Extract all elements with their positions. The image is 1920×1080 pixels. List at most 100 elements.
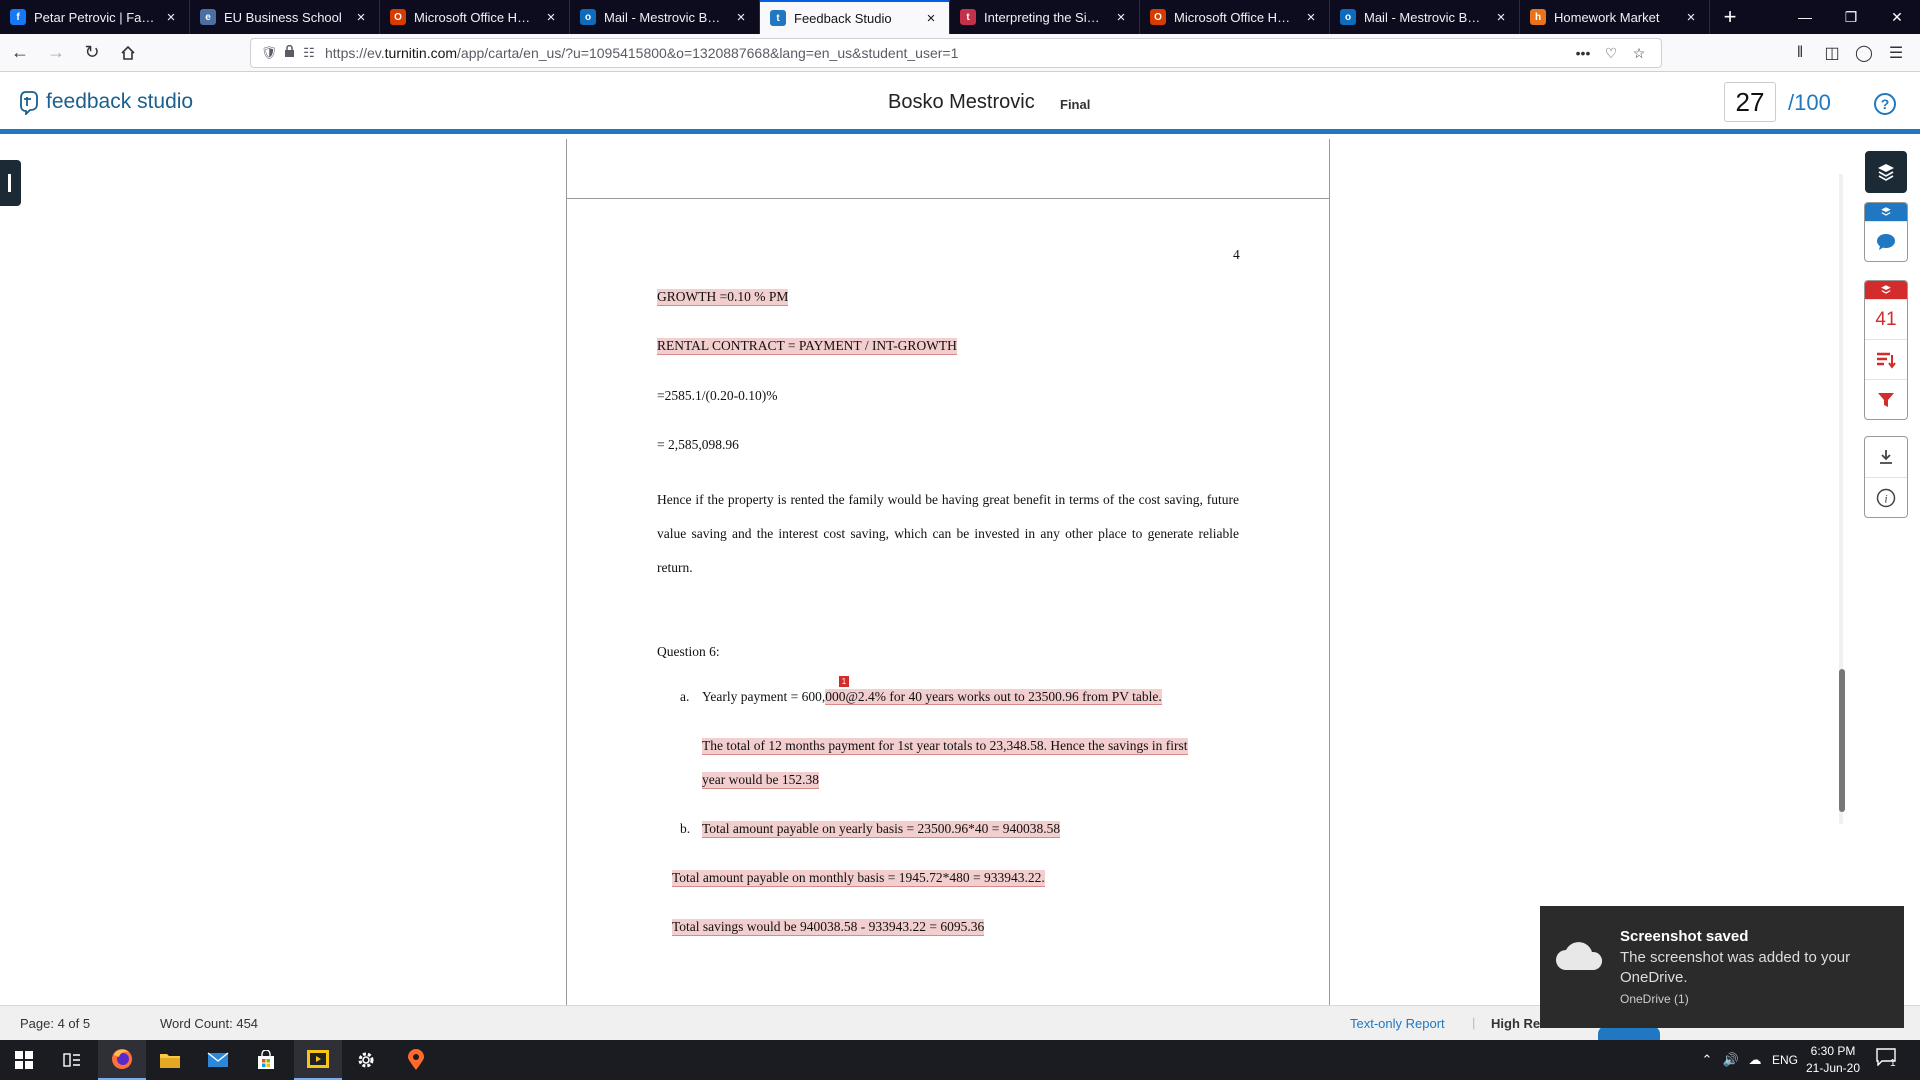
taskbar-maps-app[interactable]	[392, 1040, 440, 1080]
match-rental-line[interactable]: RENTAL CONTRACT = PAYMENT / INT-GROWTH	[657, 338, 957, 355]
account-icon[interactable]: ◯	[1848, 38, 1880, 68]
comment-bubble-icon	[1877, 233, 1895, 250]
media-player-icon	[307, 1050, 329, 1068]
tracking-shield-icon[interactable]: 🛡	[259, 45, 279, 61]
sidebar-toggle-icon[interactable]: ◫	[1816, 38, 1848, 68]
side-drawer-handle[interactable]	[0, 160, 21, 206]
restore-button[interactable]: ❐	[1828, 0, 1874, 34]
filter-button[interactable]	[1865, 379, 1907, 419]
match-total-line-2[interactable]: year would be 152.38	[702, 772, 819, 789]
similarity-score-button[interactable]: 41	[1865, 299, 1907, 339]
close-tab-icon[interactable]: ×	[733, 9, 749, 26]
url-text[interactable]: https://ev.turnitin.com/app/carta/en_us/…	[325, 45, 1569, 61]
turnitin-icon: t	[770, 10, 786, 26]
eu-business-school-icon: e	[200, 9, 216, 25]
match-marker[interactable]: 1	[839, 676, 849, 687]
grade-input[interactable]: 27	[1724, 82, 1776, 122]
taskbar-mail[interactable]	[194, 1040, 242, 1080]
word-count: Word Count: 454	[160, 1016, 259, 1031]
browser-tab[interactable]: t Interpreting the Similarity Report ×	[950, 0, 1140, 34]
taskbar-firefox[interactable]	[98, 1040, 146, 1080]
feedback-studio-logo[interactable]: feedback studio	[18, 89, 193, 115]
question-heading: Question 6:	[657, 644, 720, 659]
clock-date: 21-Jun-20	[1805, 1061, 1861, 1075]
close-tab-icon[interactable]: ×	[923, 10, 939, 27]
facebook-icon: f	[10, 9, 26, 25]
student-name: Bosko Mestrovic	[888, 91, 1035, 113]
tab-title: Petar Petrovic | Facebook	[34, 9, 157, 25]
taskbar-clock[interactable]: 6:30 PM 21-Jun-20	[1798, 1043, 1868, 1077]
high-resolution-toggle[interactable]	[1598, 1026, 1660, 1040]
document-viewer: 4 GROWTH =0.10 % PM RENTAL CONTRACT = PA…	[0, 139, 1920, 1005]
tab-title: EU Business School	[224, 9, 342, 25]
minimize-button[interactable]: —	[1782, 0, 1828, 34]
lock-icon[interactable]	[279, 44, 299, 61]
library-icon[interactable]: ‖	[1784, 38, 1816, 68]
download-button[interactable]	[1865, 437, 1907, 477]
layers-button[interactable]	[1865, 151, 1907, 193]
close-tab-icon[interactable]: ×	[1493, 9, 1509, 26]
match-growth-line[interactable]: GROWTH =0.10 % PM	[657, 289, 789, 306]
close-tab-icon[interactable]: ×	[353, 9, 369, 26]
show-hidden-icons-chevron-icon[interactable]: ⌃	[1695, 1052, 1719, 1068]
volume-icon[interactable]: 🔊	[1719, 1052, 1743, 1068]
clock-time: 6:30 PM	[1810, 1044, 1856, 1058]
permissions-icon[interactable]: ☷	[299, 45, 319, 61]
taskbar-media-app[interactable]	[294, 1040, 342, 1080]
browser-tab[interactable]: o Mail - Mestrovic Bosko - Outlook ×	[1330, 0, 1520, 34]
page-actions-icon[interactable]: •••	[1569, 45, 1597, 61]
scrollbar-thumb[interactable]	[1839, 669, 1845, 812]
back-button[interactable]: ←	[4, 37, 36, 69]
close-tab-icon[interactable]: ×	[543, 9, 559, 26]
browser-tab[interactable]: e EU Business School ×	[190, 0, 380, 34]
browser-tab[interactable]: o Mail - Mestrovic Bosko - Outlook ×	[570, 0, 760, 34]
taskbar-store[interactable]	[242, 1040, 290, 1080]
action-center-button[interactable]: 1	[1876, 1048, 1900, 1072]
task-view-button[interactable]	[48, 1040, 96, 1080]
home-button[interactable]	[112, 37, 144, 69]
onedrive-tray-icon[interactable]: ☁	[1743, 1052, 1767, 1068]
close-window-button[interactable]: ✕	[1874, 0, 1920, 34]
forward-button[interactable]: →	[40, 37, 72, 69]
new-tab-button[interactable]: +	[1710, 0, 1750, 34]
match-overview-button[interactable]	[1865, 339, 1907, 379]
close-tab-icon[interactable]: ×	[1683, 9, 1699, 26]
start-button[interactable]	[0, 1040, 48, 1080]
browser-tab[interactable]: O Microsoft Office Home ×	[1140, 0, 1330, 34]
match-list-icon	[1877, 352, 1896, 369]
gear-icon	[358, 1052, 374, 1068]
browser-tab[interactable]: h Homework Market ×	[1520, 0, 1710, 34]
taskbar-settings[interactable]	[342, 1040, 390, 1080]
system-tray: ⌃ 🔊 ☁ ENG	[1695, 1040, 1803, 1080]
match-item-b[interactable]: Total amount payable on yearly basis = 2…	[702, 821, 1061, 838]
tab-title: Microsoft Office Home	[1174, 9, 1297, 25]
match-monthly-line[interactable]: Total amount payable on monthly basis = …	[672, 870, 1045, 887]
browser-tab[interactable]: f Petar Petrovic | Facebook ×	[0, 0, 190, 34]
menu-icon[interactable]: ☰	[1880, 38, 1912, 68]
reload-button[interactable]: ↻	[76, 37, 108, 69]
grading-layer-group	[1864, 202, 1908, 262]
taskbar-file-explorer[interactable]	[146, 1040, 194, 1080]
match-total-line-1[interactable]: The total of 12 months payment for 1st y…	[702, 738, 1188, 755]
pocket-icon[interactable]: ♡	[1597, 45, 1625, 62]
download-icon	[1880, 450, 1892, 464]
close-tab-icon[interactable]: ×	[163, 9, 179, 26]
match-item-a[interactable]: 000@2.4% for 40 years works out to 23500…	[825, 689, 1162, 705]
layers-icon	[1881, 285, 1891, 294]
comments-button[interactable]	[1865, 221, 1907, 261]
submission-info-button[interactable]: i	[1865, 477, 1907, 517]
office-icon: O	[390, 9, 406, 25]
outlook-icon: o	[580, 9, 596, 25]
result-line: = 2,585,098.96	[657, 437, 739, 452]
close-tab-icon[interactable]: ×	[1303, 9, 1319, 26]
help-icon[interactable]: ?	[1874, 93, 1896, 115]
bookmark-star-icon[interactable]: ☆	[1625, 45, 1653, 62]
match-savings-line[interactable]: Total savings would be 940038.58 - 93394…	[672, 919, 985, 936]
text-only-report-link[interactable]: Text-only Report	[1350, 1016, 1445, 1031]
conclusion-paragraph: Hence if the property is rented the fami…	[657, 492, 1239, 575]
browser-tab[interactable]: O Microsoft Office Home ×	[380, 0, 570, 34]
browser-tab[interactable]: t Feedback Studio ×	[760, 0, 950, 34]
url-bar[interactable]: 🛡 ☷ https://ev.turnitin.com/app/carta/en…	[250, 38, 1662, 68]
onedrive-notification[interactable]: Screenshot saved The screenshot was adde…	[1540, 906, 1904, 1028]
close-tab-icon[interactable]: ×	[1113, 9, 1129, 26]
